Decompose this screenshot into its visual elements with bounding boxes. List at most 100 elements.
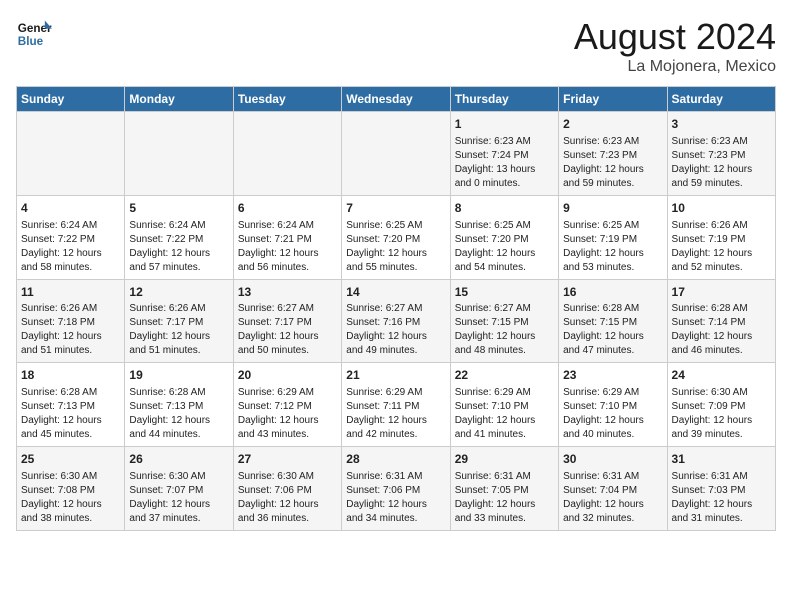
sunrise-text: Sunrise: 6:25 AM: [563, 220, 639, 231]
table-row: 12Sunrise: 6:26 AMSunset: 7:17 PMDayligh…: [125, 279, 233, 363]
sunrise-text: Sunrise: 6:27 AM: [455, 303, 531, 314]
table-row: 19Sunrise: 6:28 AMSunset: 7:13 PMDayligh…: [125, 363, 233, 447]
sunset-text: Sunset: 7:21 PM: [238, 234, 312, 245]
table-row: 8Sunrise: 6:25 AMSunset: 7:20 PMDaylight…: [450, 195, 558, 279]
daylight-label: Daylight: 12 hours and 34 minutes.: [346, 499, 427, 524]
day-number: 6: [238, 200, 337, 217]
sunset-text: Sunset: 7:05 PM: [455, 485, 529, 496]
sunrise-text: Sunrise: 6:26 AM: [129, 303, 205, 314]
daylight-label: Daylight: 12 hours and 59 minutes.: [672, 164, 753, 189]
header-saturday: Saturday: [667, 87, 775, 112]
day-number: 9: [563, 200, 662, 217]
header-wednesday: Wednesday: [342, 87, 450, 112]
day-number: 3: [672, 116, 771, 133]
sunrise-text: Sunrise: 6:26 AM: [672, 220, 748, 231]
sunset-text: Sunset: 7:22 PM: [129, 234, 203, 245]
day-number: 10: [672, 200, 771, 217]
calendar-week-row: 11Sunrise: 6:26 AMSunset: 7:18 PMDayligh…: [17, 279, 776, 363]
sunrise-text: Sunrise: 6:31 AM: [672, 471, 748, 482]
sunset-text: Sunset: 7:15 PM: [455, 317, 529, 328]
table-row: 16 Sunrise: 6:28 AM Sunset: 7:15 PM Dayligh…: [559, 279, 667, 363]
table-row: [17, 112, 125, 196]
day-number: 7: [346, 200, 445, 217]
sunrise-text: Sunrise: 6:31 AM: [563, 471, 639, 482]
daylight-label: Daylight: 12 hours and 56 minutes.: [238, 248, 319, 273]
sunset-text: Sunset: 7:19 PM: [563, 234, 637, 245]
table-row: 13Sunrise: 6:27 AMSunset: 7:17 PMDayligh…: [233, 279, 341, 363]
table-row: [342, 112, 450, 196]
sunset-text: Sunset: 7:22 PM: [21, 234, 95, 245]
daylight-label: Daylight: 12 hours and 54 minutes.: [455, 248, 536, 273]
sunrise-text: Sunrise: 6:27 AM: [346, 303, 422, 314]
table-row: 28Sunrise: 6:31 AMSunset: 7:06 PMDayligh…: [342, 447, 450, 531]
daylight-label: Daylight: 12 hours and 32 minutes.: [563, 499, 644, 524]
daylight-label: Daylight: 12 hours and 49 minutes.: [346, 331, 427, 356]
sunset-text: Sunset: 7:04 PM: [563, 485, 637, 496]
sunrise-text: Sunrise: 6:30 AM: [672, 387, 748, 398]
logo: General Blue General Blue: [16, 16, 52, 52]
day-number: 8: [455, 200, 554, 217]
calendar-week-row: 18Sunrise: 6:28 AMSunset: 7:13 PMDayligh…: [17, 363, 776, 447]
daylight-label: Daylight: 12 hours and 51 minutes.: [21, 331, 102, 356]
sunrise-text: Sunrise: 6:30 AM: [238, 471, 314, 482]
sunrise-text: Sunrise: 6:23 AM: [563, 136, 639, 147]
sunrise-text: Sunrise: 6:30 AM: [21, 471, 97, 482]
sunrise-text: Sunrise: 6:28 AM: [672, 303, 748, 314]
calendar-title: August 2024: [574, 16, 776, 58]
daylight-label: Daylight: 12 hours and 31 minutes.: [672, 499, 753, 524]
daylight-label: Daylight: 12 hours and 53 minutes.: [563, 248, 644, 273]
table-row: 17Sunrise: 6:28 AMSunset: 7:14 PMDayligh…: [667, 279, 775, 363]
sunrise-text: Sunrise: 6:27 AM: [238, 303, 314, 314]
daylight-label: Daylight: 12 hours and 40 minutes.: [563, 415, 644, 440]
table-row: 24Sunrise: 6:30 AMSunset: 7:09 PMDayligh…: [667, 363, 775, 447]
sunrise-text: Sunrise: 6:31 AM: [346, 471, 422, 482]
table-row: 11Sunrise: 6:26 AMSunset: 7:18 PMDayligh…: [17, 279, 125, 363]
day-number: 31: [672, 451, 771, 468]
svg-text:Blue: Blue: [18, 35, 44, 48]
day-number: 14: [346, 284, 445, 301]
header-monday: Monday: [125, 87, 233, 112]
calendar-week-row: 1Sunrise: 6:23 AMSunset: 7:24 PMDaylight…: [17, 112, 776, 196]
table-row: 20Sunrise: 6:29 AMSunset: 7:12 PMDayligh…: [233, 363, 341, 447]
daylight-label: Daylight: 12 hours and 47 minutes.: [563, 331, 644, 356]
sunset-text: Sunset: 7:06 PM: [238, 485, 312, 496]
daylight-label: Daylight: 12 hours and 46 minutes.: [672, 331, 753, 356]
sunrise-text: Sunrise: 6:28 AM: [21, 387, 97, 398]
table-row: 14Sunrise: 6:27 AMSunset: 7:16 PMDayligh…: [342, 279, 450, 363]
sunrise-text: Sunrise: 6:29 AM: [346, 387, 422, 398]
sunrise-text: Sunrise: 6:29 AM: [455, 387, 531, 398]
sunrise-text: Sunrise: 6:24 AM: [129, 220, 205, 231]
sunset-text: Sunset: 7:08 PM: [21, 485, 95, 496]
sunrise-text: Sunrise: 6:31 AM: [455, 471, 531, 482]
sunrise-text: Sunrise: 6:28 AM: [563, 303, 639, 314]
sunset-text: Sunset: 7:03 PM: [672, 485, 746, 496]
day-number: 16: [563, 284, 662, 301]
logo-icon: General Blue: [16, 16, 52, 52]
table-row: 6Sunrise: 6:24 AMSunset: 7:21 PMDaylight…: [233, 195, 341, 279]
daylight-label: Daylight: 12 hours and 38 minutes.: [21, 499, 102, 524]
sunset-text: Sunset: 7:13 PM: [129, 401, 203, 412]
sunset-text: Sunset: 7:20 PM: [346, 234, 420, 245]
sunrise-text: Sunrise: 6:23 AM: [455, 136, 531, 147]
table-row: 9 Sunrise: 6:25 AM Sunset: 7:19 PM Daylight…: [559, 195, 667, 279]
calendar-week-row: 4Sunrise: 6:24 AMSunset: 7:22 PMDaylight…: [17, 195, 776, 279]
sunset-text: Sunset: 7:13 PM: [21, 401, 95, 412]
daylight-label: Daylight: 12 hours and 43 minutes.: [238, 415, 319, 440]
daylight-label: Daylight: 12 hours and 52 minutes.: [672, 248, 753, 273]
day-number: 5: [129, 200, 228, 217]
table-row: 2Sunrise: 6:23 AMSunset: 7:23 PMDaylight…: [559, 112, 667, 196]
table-row: 18Sunrise: 6:28 AMSunset: 7:13 PMDayligh…: [17, 363, 125, 447]
header-sunday: Sunday: [17, 87, 125, 112]
sunset-text: Sunset: 7:17 PM: [238, 317, 312, 328]
daylight-label: Daylight: 12 hours and 33 minutes.: [455, 499, 536, 524]
day-number: 1: [455, 116, 554, 133]
table-row: 10Sunrise: 6:26 AMSunset: 7:19 PMDayligh…: [667, 195, 775, 279]
day-number: 25: [21, 451, 120, 468]
table-row: 27Sunrise: 6:30 AMSunset: 7:06 PMDayligh…: [233, 447, 341, 531]
table-row: 23Sunrise: 6:29 AMSunset: 7:10 PMDayligh…: [559, 363, 667, 447]
sunrise-text: Sunrise: 6:24 AM: [21, 220, 97, 231]
sunrise-text: Sunrise: 6:29 AM: [238, 387, 314, 398]
sunset-text: Sunset: 7:23 PM: [563, 150, 637, 161]
sunset-text: Sunset: 7:15 PM: [563, 317, 637, 328]
daylight-label: Daylight: 12 hours and 45 minutes.: [21, 415, 102, 440]
